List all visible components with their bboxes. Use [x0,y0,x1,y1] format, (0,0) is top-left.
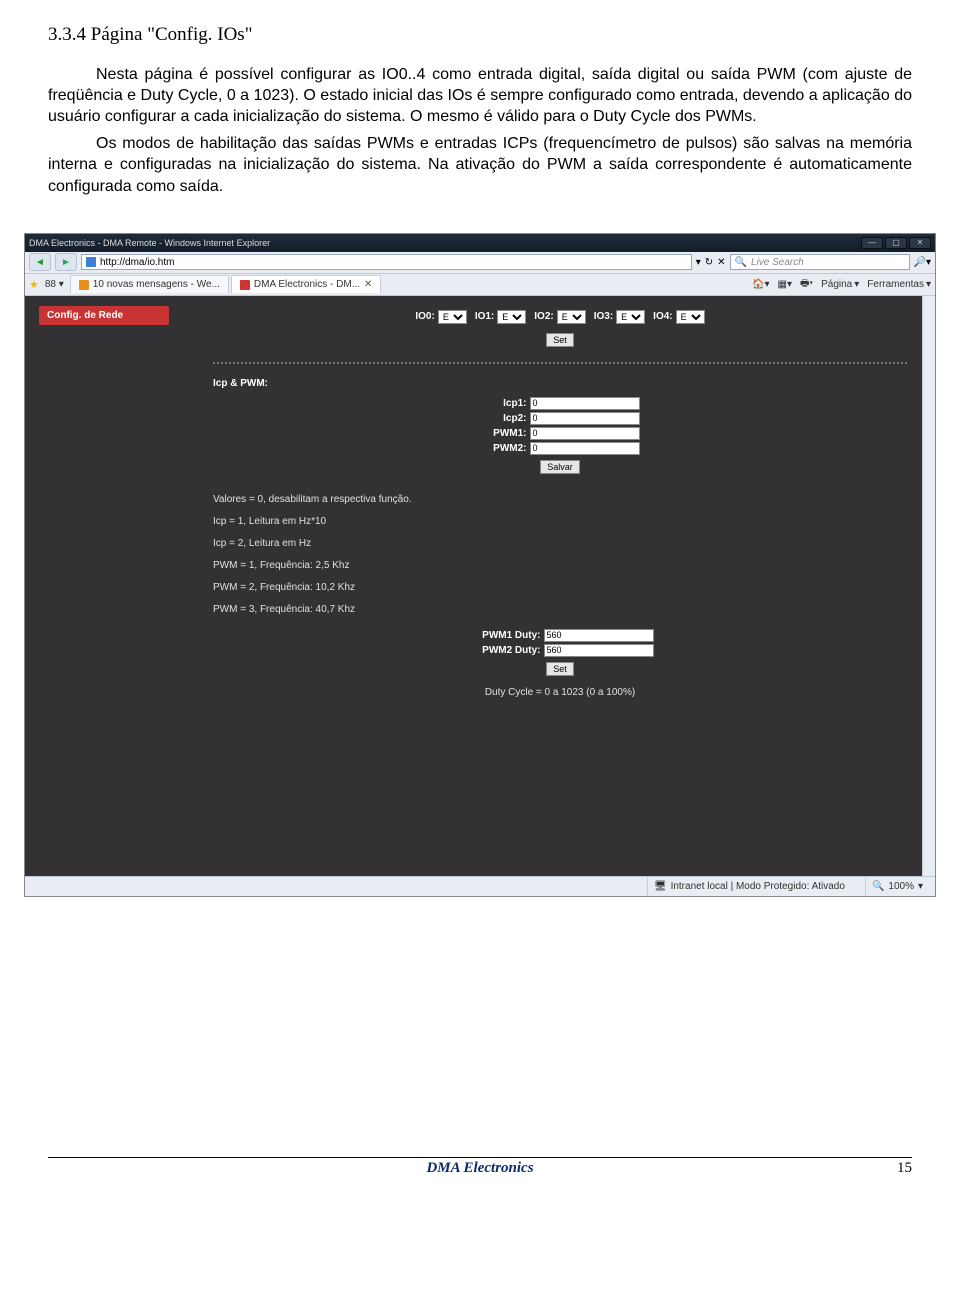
pwm2-duty-input[interactable] [544,644,654,657]
tab-dma[interactable]: DMA Electronics - DM... ✕ [231,275,382,293]
navigation-bar: ◄ ► http://dma/io.htm ▾ ↻ ✕ 🔍 Live Searc… [25,252,935,274]
back-button[interactable]: ◄ [29,253,51,271]
chevron-down-icon: ▾ [918,881,923,892]
zoom-icon: 🔍 [872,881,884,892]
pwm2-label: PWM2: [481,443,527,454]
tab-icon [79,280,89,290]
command-bar: ★ 88 ▾ 10 novas mensagens - We... DMA El… [25,274,935,296]
icp-pwm-heading: Icp & PWM: [213,378,907,389]
paragraph-2: Os modos de habilitação das saídas PWMs … [48,133,912,196]
pwm1-duty-input[interactable] [544,629,654,642]
dropdown-icon[interactable]: ▾ [696,257,701,268]
minimize-button[interactable]: — [861,237,883,249]
note-line: PWM = 3, Frequência: 40,7 Khz [213,599,907,621]
paragraph-1: Nesta página é possível configurar as IO… [48,64,912,127]
io3-label: IO3: [594,311,613,322]
notes-block: Valores = 0, desabilitam a respectiva fu… [213,489,907,621]
pwm1-duty-label: PWM1 Duty: [467,630,541,641]
home-icon[interactable]: 🏠▾ [752,279,769,290]
note-line: PWM = 2, Frequência: 10,2 Khz [213,577,907,599]
close-button[interactable]: ✕ [909,237,931,249]
note-line: Icp = 1, Leitura em Hz*10 [213,511,907,533]
forward-button[interactable]: ► [55,253,77,271]
io2-label: IO2: [534,311,553,322]
search-placeholder: Live Search [751,257,804,268]
window-titlebar: DMA Electronics - DMA Remote - Windows I… [25,234,935,252]
io-config-row: IO0:E IO1:E IO2:E IO3:E IO4:E [213,306,907,328]
section-heading: 3.3.4 Página "Config. IOs" [48,24,912,46]
search-go-icon[interactable]: 🔎▾ [914,257,931,268]
page-content: Config. de Rede IO0:E IO1:E IO2:E IO3:E … [25,296,935,876]
zoom-control[interactable]: 🔍 100% ▾ [865,877,929,896]
note-line: Icp = 2, Leitura em Hz [213,533,907,555]
footer-brand: DMA Electronics [88,1160,872,1177]
pwm1-input[interactable] [530,427,640,440]
tab-label: 10 novas mensagens - We... [93,279,220,290]
io4-label: IO4: [653,311,672,322]
window-title: DMA Electronics - DMA Remote - Windows I… [29,238,270,248]
tab-label: DMA Electronics - DM... [254,279,360,290]
favorites-icon[interactable]: ★ [29,278,39,291]
page-menu[interactable]: Página ▾ [821,279,859,290]
io1-label: IO1: [475,311,494,322]
duty-set-button[interactable]: Set [546,662,574,676]
status-bar: 🖥 Intranet local | Modo Protegido: Ativa… [25,876,935,896]
note-line: PWM = 1, Frequência: 2,5 Khz [213,555,907,577]
page-number: 15 [872,1160,912,1177]
stop-icon[interactable]: ✕ [717,257,725,268]
io3-select[interactable]: E [616,310,645,324]
search-box[interactable]: 🔍 Live Search [730,254,910,270]
tools-menu[interactable]: Ferramentas ▾ [867,279,931,290]
io1-select[interactable]: E [497,310,526,324]
sidebar-panel-header[interactable]: Config. de Rede [39,306,169,325]
maximize-button[interactable]: ▢ [885,237,907,249]
address-bar[interactable]: http://dma/io.htm [81,254,692,270]
print-icon[interactable]: 🖶▾ [800,276,813,293]
io2-select[interactable]: E [557,310,586,324]
note-line: Valores = 0, desabilitam a respectiva fu… [213,489,907,511]
pwm2-duty-label: PWM2 Duty: [467,645,541,656]
divider [213,362,907,364]
tab-close-icon[interactable]: ✕ [364,279,372,290]
pwm1-label: PWM1: [481,428,527,439]
security-icon: 🖥 [654,881,667,892]
url-text: http://dma/io.htm [100,257,174,268]
tab-icon [240,280,250,290]
tab-webmail[interactable]: 10 novas mensagens - We... [70,275,229,293]
io0-select[interactable]: E [438,310,467,324]
security-zone: 🖥 Intranet local | Modo Protegido: Ativa… [647,877,851,896]
duty-note: Duty Cycle = 0 a 1023 (0 a 100%) [213,687,907,698]
icp2-input[interactable] [530,412,640,425]
icp1-input[interactable] [530,397,640,410]
browser-screenshot: DMA Electronics - DMA Remote - Windows I… [24,233,936,897]
page-footer: DMA Electronics 15 [0,1158,960,1193]
quick-tabs-icon[interactable]: 88 ▾ [41,279,68,290]
save-button[interactable]: Salvar [540,460,580,474]
io0-label: IO0: [415,311,434,322]
io4-select[interactable]: E [676,310,705,324]
icp2-label: Icp2: [481,413,527,424]
feeds-icon[interactable]: ▦▾ [778,279,792,290]
icp1-label: Icp1: [481,398,527,409]
io-set-button[interactable]: Set [546,333,574,347]
refresh-icon[interactable]: ↻ [705,257,713,268]
search-icon: 🔍 [735,257,747,268]
page-icon [86,257,96,267]
pwm2-input[interactable] [530,442,640,455]
